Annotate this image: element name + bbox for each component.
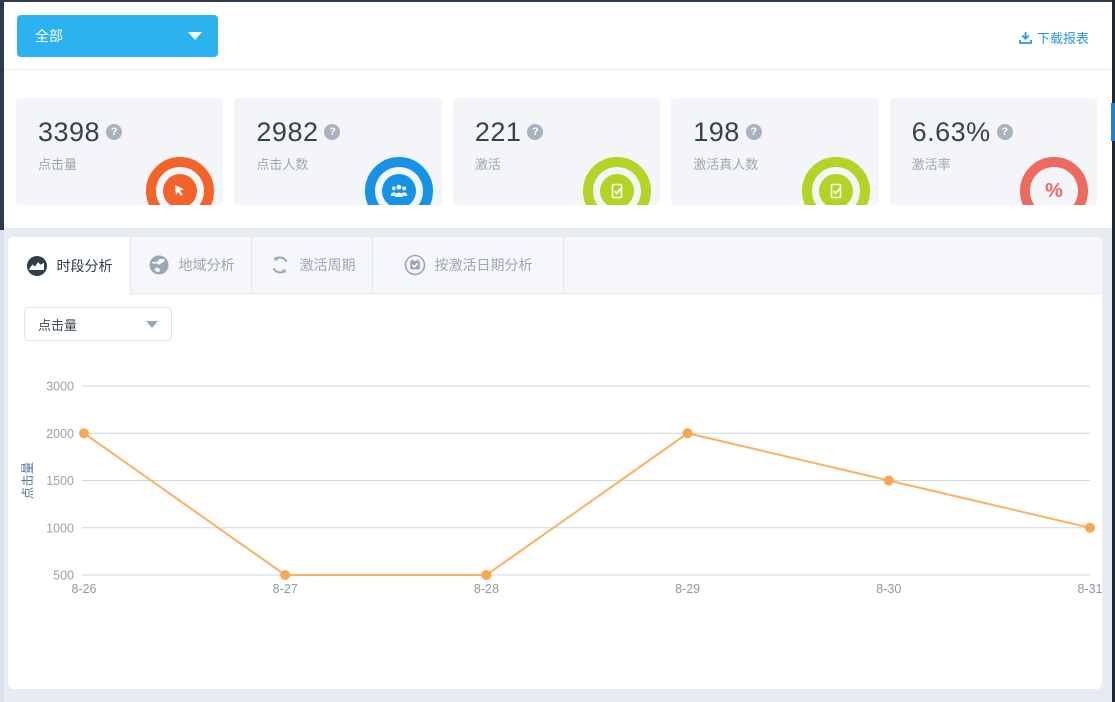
y-axis-tick: 2000	[46, 427, 74, 441]
tab-label: 激活周期	[299, 257, 356, 273]
window-left-edge-lower	[0, 230, 4, 702]
download-report-button[interactable]: 下载报表	[1018, 28, 1089, 47]
x-axis-tick: 8-31	[1077, 582, 1102, 596]
help-icon[interactable]: ?	[106, 124, 123, 140]
stat-value: 221	[474, 117, 522, 147]
metric-select-value: 点击量	[38, 317, 78, 333]
scrollbar-thumb[interactable]	[1111, 103, 1115, 141]
tab-activation-cycle[interactable]: 激活周期	[252, 237, 373, 293]
tab-label: 按激活日期分析	[434, 257, 533, 273]
x-axis-tick: 8-29	[675, 582, 700, 596]
percent-icon: %	[1045, 179, 1063, 202]
x-axis-tick: 8-27	[273, 582, 298, 596]
tab-label: 时段分析	[56, 258, 113, 274]
help-icon[interactable]: ?	[745, 124, 762, 140]
stat-value: 3398	[38, 117, 101, 147]
y-axis-tick: 500	[53, 569, 74, 583]
device-check-icon	[600, 174, 635, 205]
device-check-icon	[818, 174, 853, 205]
data-point[interactable]	[280, 570, 291, 580]
analysis-tab-bar: 时段分析 地域分析 激活周期 按激活日期分析	[8, 237, 1102, 295]
tab-label: 地域分析	[178, 257, 235, 273]
stat-card-click-users: 2982 ? 点击人数	[234, 98, 442, 205]
download-report-label: 下载报表	[1036, 31, 1089, 46]
data-point[interactable]	[79, 428, 89, 439]
help-icon[interactable]: ?	[527, 124, 544, 140]
stat-value: 6.63%	[911, 117, 991, 147]
data-point[interactable]	[682, 428, 693, 439]
x-axis-tick: 8-28	[474, 582, 499, 596]
stat-card-real-activations: 198 ? 激活真人数	[671, 98, 879, 205]
data-point[interactable]	[481, 570, 492, 580]
x-axis-tick: 8-30	[876, 582, 901, 596]
download-icon	[1019, 32, 1032, 44]
analysis-panel: 时段分析 地域分析 激活周期 按激活日期分析 点击量 500 1000 1500…	[8, 237, 1102, 689]
window-left-edge	[0, 0, 4, 230]
stat-card-clicks: 3398 ? 点击量	[16, 98, 224, 205]
top-bar: 全部 下载报表	[4, 2, 1112, 70]
tab-region-analysis[interactable]: 地域分析	[131, 237, 252, 293]
stat-value: 198	[693, 117, 740, 147]
chevron-down-icon	[188, 32, 202, 40]
cursor-click-icon	[163, 174, 198, 205]
help-icon[interactable]: ?	[324, 124, 341, 140]
calendar-check-icon	[404, 254, 425, 276]
tab-activation-date-analysis[interactable]: 按激活日期分析	[373, 237, 564, 293]
tab-time-analysis[interactable]: 时段分析	[8, 237, 131, 295]
area-chart-icon	[26, 256, 47, 276]
campaign-filter-dropdown[interactable]: 全部	[17, 15, 218, 57]
stat-value: 2982	[256, 117, 319, 147]
line-chart[interactable]: 500 1000 1500 2000 3000 8-26 8-27 8-28 8-29 8-30 8…	[8, 355, 1102, 623]
header-section: 全部 下载报表 3398 ? 点击量 2982 ? 点击人数 221 ? 激活 …	[4, 2, 1112, 228]
x-axis-tick: 8-26	[71, 582, 96, 596]
series-line	[83, 432, 1091, 576]
chevron-down-icon	[146, 320, 158, 328]
help-icon[interactable]: ?	[996, 124, 1013, 140]
window-top-edge	[0, 0, 1115, 2]
stat-card-activation-rate: 6.63% ? 激活率 %	[889, 98, 1098, 205]
y-axis-tick: 1000	[46, 521, 74, 535]
data-point[interactable]	[883, 475, 894, 486]
campaign-filter-value: 全部	[35, 28, 63, 44]
data-point[interactable]	[1085, 522, 1095, 533]
y-axis-tick: 3000	[46, 380, 74, 394]
y-axis-title: 点击量	[21, 462, 35, 500]
stats-cards-row: 3398 ? 点击量 2982 ? 点击人数 221 ? 激活 198 ? 激活…	[4, 70, 1112, 205]
metric-select-dropdown[interactable]: 点击量	[24, 307, 172, 341]
refresh-icon	[272, 256, 287, 274]
y-axis-tick: 1500	[46, 474, 74, 488]
stat-card-activations: 221 ? 激活	[452, 98, 661, 205]
globe-icon	[149, 255, 168, 275]
people-icon	[381, 174, 416, 205]
